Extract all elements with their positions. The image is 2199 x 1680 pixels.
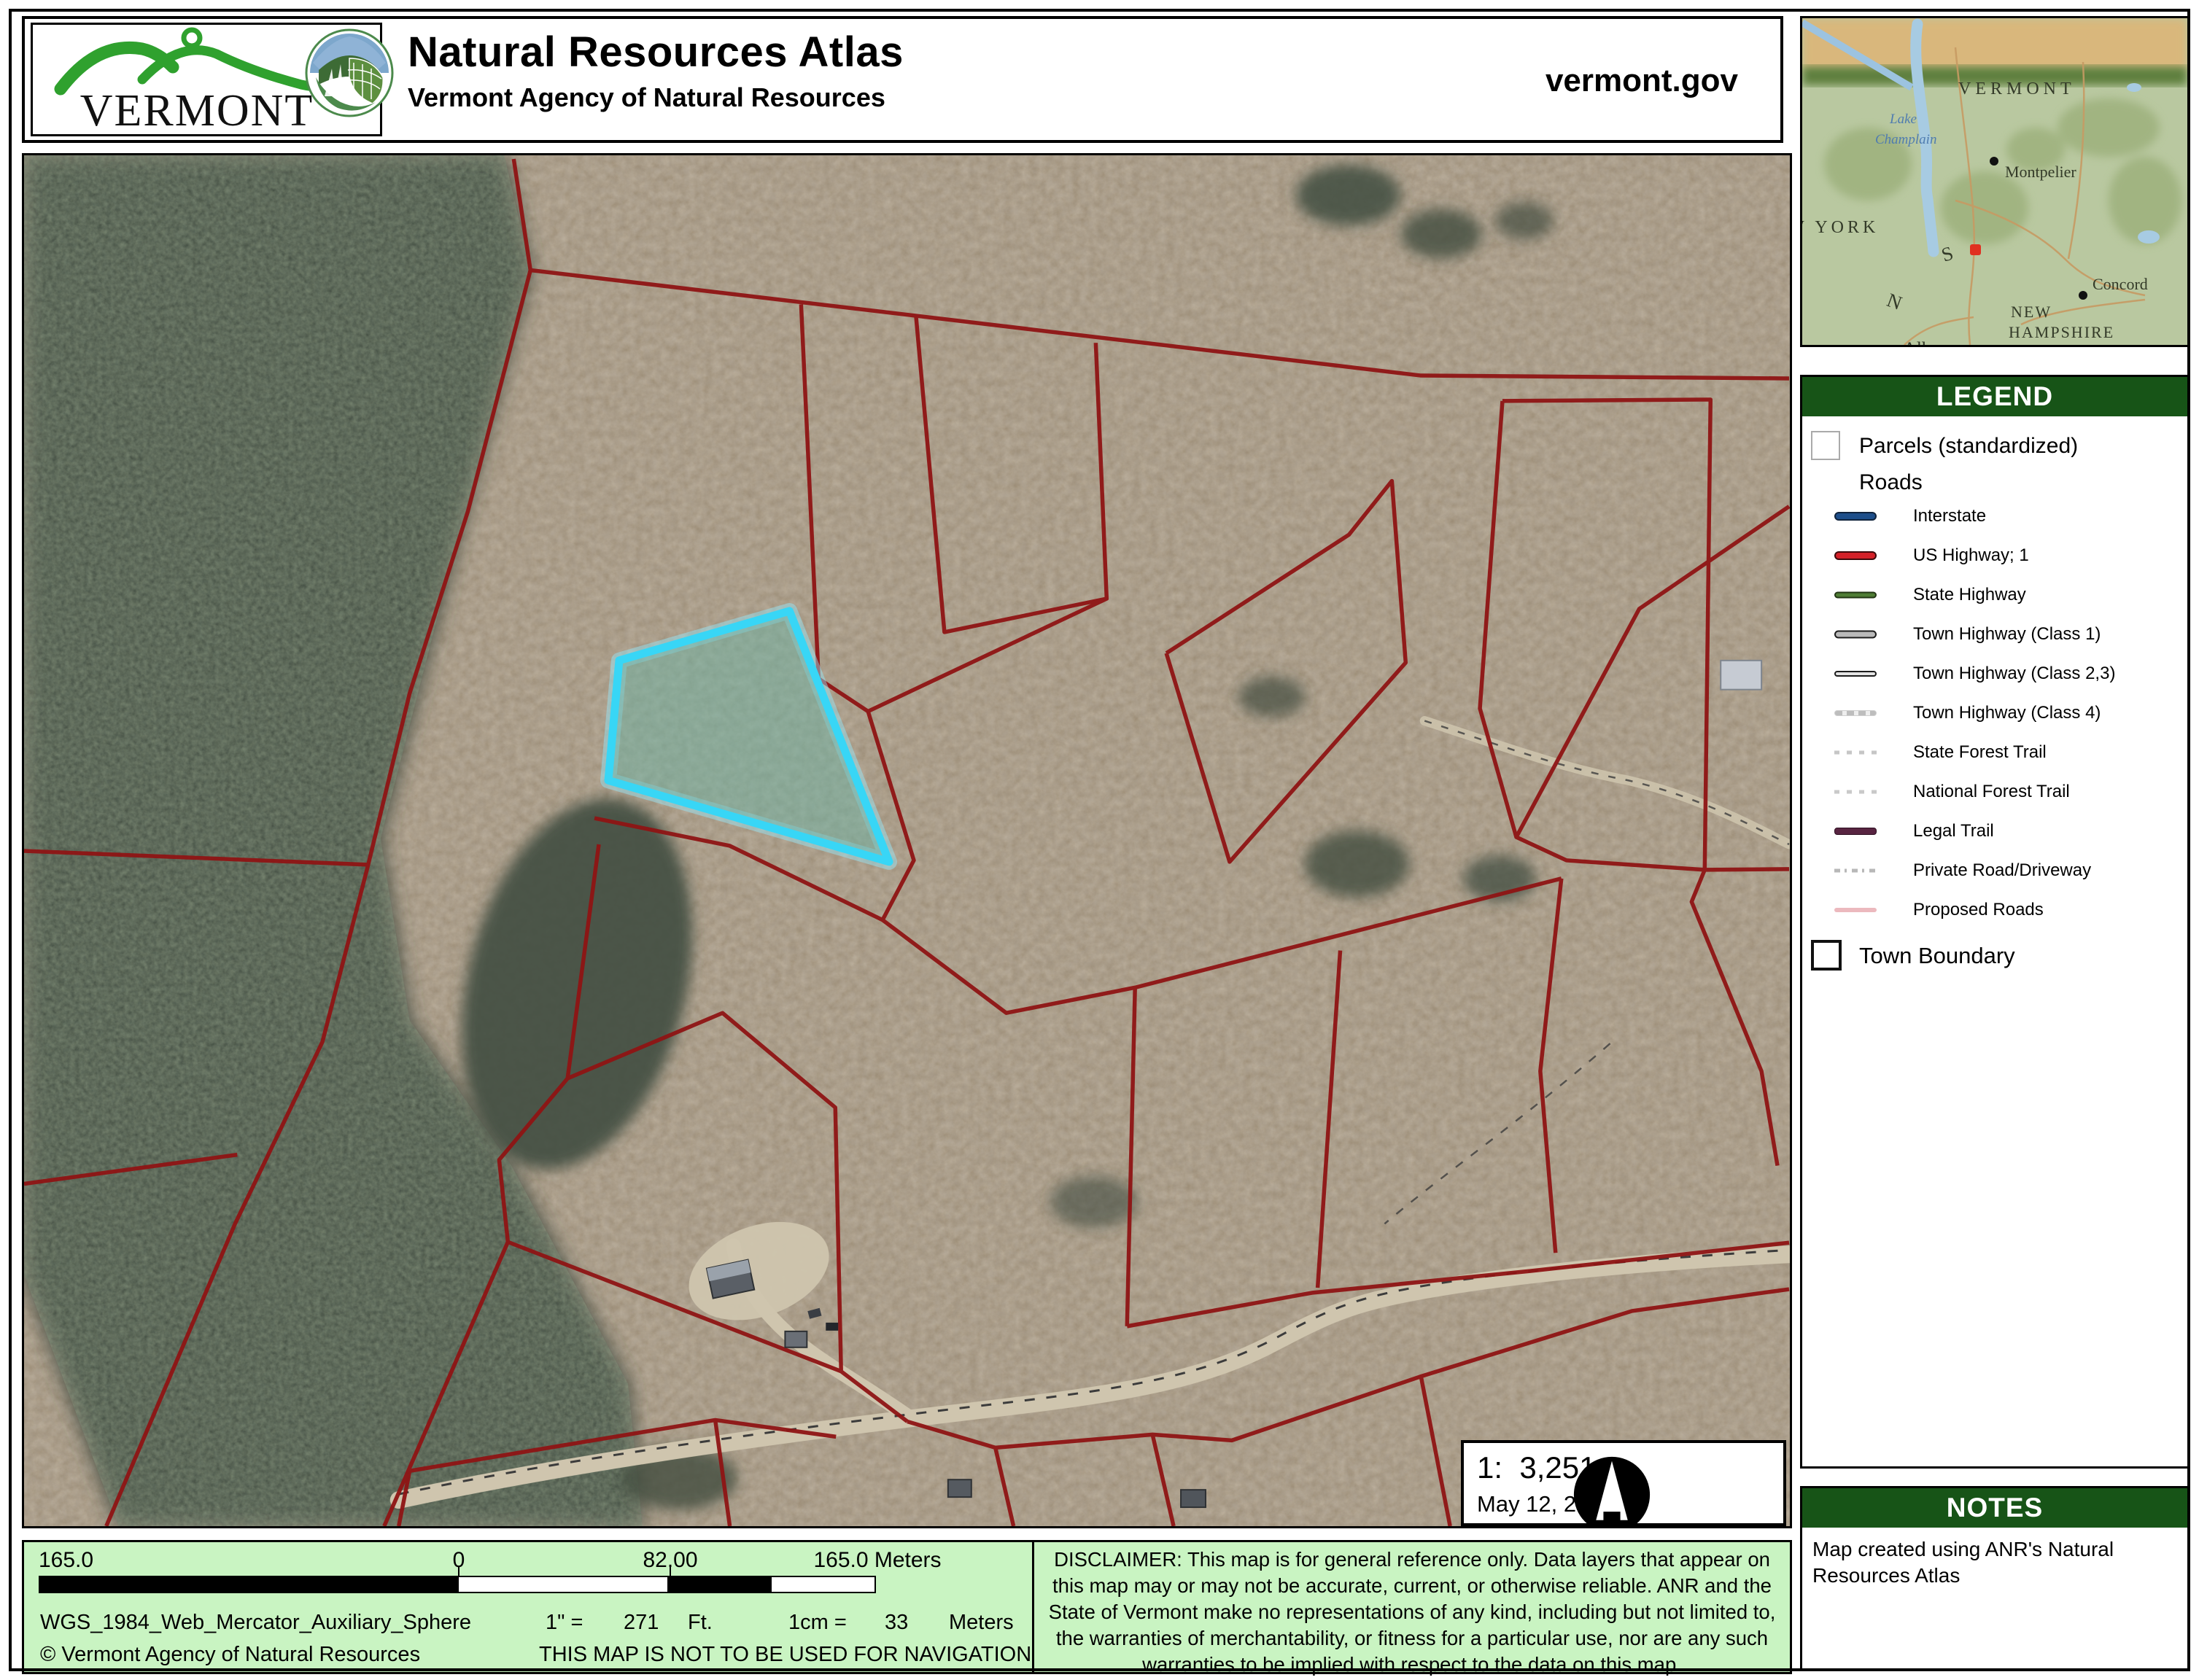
inset-label-concord: Concord [2093, 275, 2148, 293]
inch-unit: Ft. [688, 1611, 713, 1635]
state-forest-trail-line-swatch [1834, 751, 1877, 755]
national-forest-trail-line-swatch [1834, 790, 1877, 794]
notes-body: Map created using ANR's Natural Resource… [1812, 1536, 2133, 1589]
roads-group-label: Roads [1859, 470, 1923, 495]
proposed-roads-line-swatch [1834, 908, 1877, 912]
vermont-logo-text: VERMONT [80, 86, 314, 134]
legend-item-row: State Highway [1802, 575, 2187, 615]
inset-label-vermont: VERMONT [1958, 79, 2076, 98]
copyright-text: © Vermont Agency of Natural Resources [40, 1643, 420, 1667]
legend-item-label: Private Road/Driveway [1913, 860, 2091, 881]
scalebar-left-label: 165.0 [39, 1548, 93, 1573]
legend-header: LEGEND [1802, 377, 2187, 416]
scalebar-seg3 [667, 1576, 772, 1593]
legend-panel: LEGEND Parcels (standardized) Roads Inte… [1800, 375, 2190, 1469]
notes-panel: NOTES Map created using ANR's Natural Re… [1800, 1486, 2190, 1671]
parcels-label: Parcels (standardized) [1859, 434, 2078, 459]
town-boundary-swatch [1811, 940, 1842, 971]
legend-item-label: State Highway [1913, 585, 2026, 605]
legend-item-label: Town Highway (Class 4) [1913, 703, 2101, 723]
inch-value: 271 [624, 1611, 659, 1635]
vermont-gov-wordmark: vermont.gov [1545, 63, 1738, 99]
town-highway-4-line-swatch [1834, 710, 1877, 716]
location-marker [1970, 244, 1981, 255]
inch-equals: 1" = [546, 1611, 583, 1635]
scalebar-seg2 [457, 1576, 669, 1593]
cm-value: 33 [885, 1611, 908, 1635]
title-block: Natural Resources Atlas Vermont Agency o… [408, 28, 904, 113]
scale-display-box: 1: 3,251 May 12, 2025 [1461, 1440, 1786, 1526]
anr-logo [303, 26, 396, 120]
legend-item-label: Town Highway (Class 1) [1913, 624, 2101, 645]
legal-trail-line-swatch [1834, 828, 1877, 835]
legend-item-row: State Forest Trail [1802, 733, 2187, 772]
legend-road-items: Interstate US Highway; 1 State Highway T… [1802, 497, 2187, 930]
legend-item-row: Town Highway (Class 1) [1802, 615, 2187, 654]
page-title: Natural Resources Atlas [408, 28, 904, 77]
us-highway-line-swatch [1834, 551, 1877, 560]
inset-terrain: VERMONT W YORK Lake Champlain Montpelier… [1802, 18, 2187, 345]
inset-label-albany: Albany [1903, 338, 1959, 345]
locator-inset-map[interactable]: VERMONT W YORK Lake Champlain Montpelier… [1800, 16, 2190, 347]
disclaimer-panel: DISCLAIMER: This map is for general refe… [1032, 1540, 1792, 1674]
inset-north-band [1802, 18, 2187, 71]
cm-equals: 1cm = [788, 1611, 847, 1635]
disclaimer-text: DISCLAIMER: This map is for general refe… [1034, 1542, 1790, 1672]
small-lake-2 [2127, 83, 2141, 92]
map-viewport[interactable]: 1: 3,251 May 12, 2025 [22, 153, 1792, 1528]
scale-bar [39, 1576, 877, 1593]
inset-label-nh-line1: NEW [2011, 303, 2052, 321]
north-arrow-icon [1452, 1455, 1772, 1528]
projection-name: WGS_1984_Web_Mercator_Auxiliary_Sphere [40, 1611, 471, 1635]
private-road-line-swatch [1834, 869, 1877, 873]
inset-label-lake-line2: Champlain [1875, 132, 1936, 147]
town-highway-23-line-swatch [1834, 671, 1877, 677]
legend-item-row: Town Highway (Class 2,3) [1802, 654, 2187, 693]
legend-item-label: National Forest Trail [1913, 782, 2070, 802]
legend-item-row: Interstate [1802, 497, 2187, 536]
legend-item-label: Interstate [1913, 506, 1986, 526]
state-highway-line-swatch [1834, 592, 1877, 599]
legend-item-label: US Highway; 1 [1913, 545, 2029, 566]
navigation-warning: THIS MAP IS NOT TO BE USED FOR NAVIGATIO… [539, 1643, 1031, 1667]
legend-item-label: State Forest Trail [1913, 742, 2047, 763]
interstate-line-swatch [1834, 512, 1877, 521]
page-subtitle: Vermont Agency of Natural Resources [408, 82, 904, 113]
header-bar: VERMONT Natural Resources Atlas Vermont … [22, 16, 1783, 143]
legend-item-row: National Forest Trail [1802, 772, 2187, 812]
legend-item-row: Private Road/Driveway [1802, 851, 2187, 890]
inset-label-lake-line1: Lake [1889, 112, 1917, 127]
small-lake [2138, 230, 2160, 244]
parcels-swatch [1811, 431, 1840, 460]
legend-item-row: Proposed Roads [1802, 890, 2187, 930]
legend-item-label: Proposed Roads [1913, 900, 2044, 920]
legend-parcels-row: Parcels (standardized) [1811, 429, 2196, 464]
town-boundary-row: Town Boundary [1811, 937, 2196, 975]
scalebar-seg1 [39, 1576, 459, 1593]
legend-item-label: Town Highway (Class 2,3) [1913, 664, 2115, 684]
inset-label-nh-line2: HAMPSHIRE [2009, 323, 2114, 341]
legend-item-row: US Highway; 1 [1802, 536, 2187, 575]
cm-unit: Meters [949, 1611, 1014, 1635]
town-highway-1-line-swatch [1834, 631, 1877, 639]
scale-info-bar: 165.0 0 82.00 165.0 Meters WGS_1984_Web_… [22, 1540, 1034, 1674]
legend-item-row: Town Highway (Class 4) [1802, 693, 2187, 733]
town-boundary-label: Town Boundary [1859, 943, 2015, 969]
legend-item-row: Legal Trail [1802, 812, 2187, 851]
scalebar-right-label: 165.0 Meters [813, 1548, 941, 1573]
agency-logos: VERMONT [31, 23, 382, 136]
scalebar-seg4 [770, 1576, 876, 1593]
legend-item-label: Legal Trail [1913, 821, 1994, 841]
aerial-imagery [24, 155, 1790, 1526]
notes-header: NOTES [1802, 1488, 2187, 1528]
inset-label-new-york: W YORK [1802, 218, 1879, 237]
inset-label-montpelier: Montpelier [2005, 163, 2076, 181]
